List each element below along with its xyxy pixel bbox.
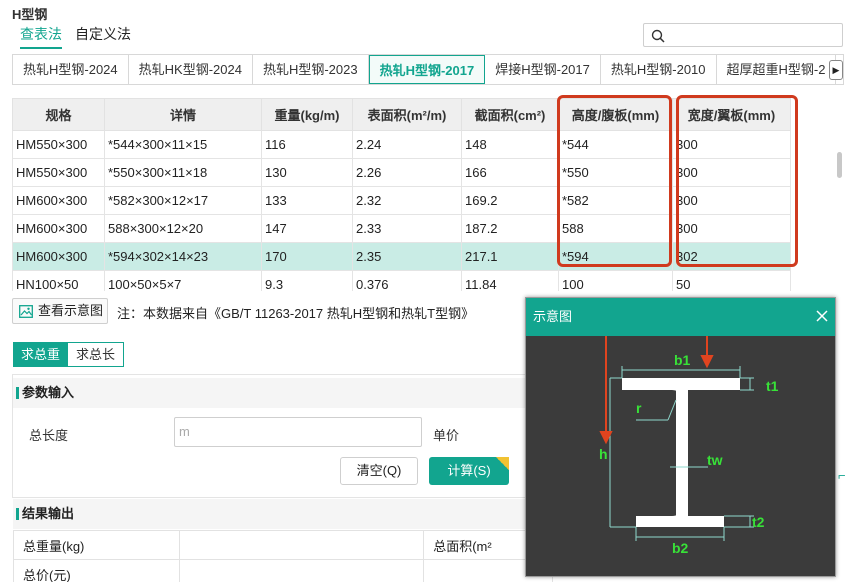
table-cell: HM550×300: [12, 158, 105, 187]
results-table: 总重量(kg) 总面积(m² 总价(元): [13, 530, 553, 582]
params-header: 参数输入: [13, 378, 553, 408]
table-row[interactable]: HM550×300 *544×300×11×15 116 2.24 148 *544 300: [12, 130, 791, 159]
table-cell: HN100×50: [12, 270, 105, 291]
edge-fragment: ⌐: [838, 468, 846, 483]
table-cell: 2.24: [352, 130, 462, 159]
std-tab-hk-2024[interactable]: 热轧HK型钢-2024: [129, 55, 253, 84]
col-header-surface[interactable]: 表面积(m²/m): [352, 98, 462, 131]
h-beam-web: [676, 390, 688, 516]
table-cell: 166: [461, 158, 559, 187]
label-b1: b1: [674, 352, 691, 368]
label-b2: b2: [672, 540, 689, 556]
std-tab-welded-2017[interactable]: 焊接H型钢-2017: [485, 55, 601, 84]
table-cell: 2.33: [352, 214, 462, 243]
col-header-spec[interactable]: 规格: [12, 98, 105, 131]
results-row: 总价(元): [13, 559, 553, 582]
total-length-input[interactable]: m: [174, 417, 422, 447]
table-cell: HM600×300: [12, 242, 105, 271]
table-cell: HM550×300: [12, 130, 105, 159]
dialog-title: 示意图: [533, 309, 573, 324]
tab-total-length[interactable]: 求总长: [67, 342, 124, 367]
table-cell: 11.84: [461, 270, 559, 291]
unit-price-label: 单价: [433, 428, 460, 443]
table-cell: 0.376: [352, 270, 462, 291]
image-icon: [19, 305, 33, 318]
total-weight-label: 总重量(kg): [13, 530, 180, 560]
tab-custom-method[interactable]: 自定义法: [75, 24, 131, 47]
results-header: 结果输出: [13, 499, 553, 529]
label-t2: t2: [752, 514, 765, 530]
table-cell: 217.1: [461, 242, 559, 271]
table-row[interactable]: HM550×300 *550×300×11×18 130 2.26 166 *550 300: [12, 158, 791, 187]
table-cell: 100: [558, 270, 673, 291]
spec-table: 规格 详情 重量(kg/m) 表面积(m²/m) 截面积(cm²) 高度/腹板(…: [12, 98, 791, 291]
table-cell: 50: [672, 270, 791, 291]
results-row: 总重量(kg) 总面积(m²: [13, 530, 553, 560]
clear-button[interactable]: 清空(Q): [340, 457, 418, 485]
tabs-scroll-right-button[interactable]: ▶: [829, 60, 843, 80]
tab-lookup-method[interactable]: 查表法: [20, 24, 62, 49]
dialog-header: 示意图: [526, 298, 835, 336]
close-icon[interactable]: [814, 308, 830, 324]
table-cell: HM600×300: [12, 186, 105, 215]
tab-total-weight[interactable]: 求总重: [13, 342, 68, 367]
table-row[interactable]: HM600×300 *582×300×12×17 133 2.32 169.2 *582 3…: [12, 186, 791, 215]
table-cell: 170: [261, 242, 353, 271]
std-tab-hot-rolled-2024[interactable]: 热轧H型钢-2024: [13, 55, 129, 84]
std-tab-hot-rolled-2017[interactable]: 热轧H型钢-2017: [368, 55, 486, 84]
col-header-detail[interactable]: 详情: [104, 98, 262, 131]
table-cell: 133: [261, 186, 353, 215]
app-title: H型钢: [12, 7, 48, 22]
calculate-corner-badge: [496, 457, 509, 470]
table-cell: 169.2: [461, 186, 559, 215]
total-price-value[interactable]: [178, 559, 425, 582]
label-h: h: [599, 446, 608, 462]
search-input[interactable]: [643, 23, 843, 47]
table-cell: 148: [461, 130, 559, 159]
table-cell: *582×300×12×17: [104, 186, 262, 215]
chevron-right-icon: ▶: [832, 65, 840, 75]
table-cell: HM600×300: [12, 214, 105, 243]
highlight-width-column: [676, 95, 798, 267]
table-cell: 100×50×5×7: [104, 270, 262, 291]
search-icon: [651, 29, 665, 43]
table-cell: 2.35: [352, 242, 462, 271]
label-tw: tw: [707, 452, 723, 468]
table-cell: 116: [261, 130, 353, 159]
table-row[interactable]: HM600×300 588×300×12×20 147 2.33 187.2 588 300: [12, 214, 791, 243]
view-diagram-label: 查看示意图: [38, 303, 104, 318]
table-cell: *550×300×11×18: [104, 158, 262, 187]
table-row-selected[interactable]: HM600×300 *594×302×14×23 170 2.35 217.1 *594 3…: [12, 242, 791, 271]
table-cell: 130: [261, 158, 353, 187]
table-cell: *544×300×11×15: [104, 130, 262, 159]
diagram-dialog: 示意图 b1 t1 r h tw t2 b2: [525, 297, 836, 577]
table-cell: 147: [261, 214, 353, 243]
table-cell: 187.2: [461, 214, 559, 243]
params-header-label: 参数输入: [22, 385, 75, 400]
label-r: r: [636, 400, 642, 416]
table-cell: 2.26: [352, 158, 462, 187]
table-header-row: 规格 详情 重量(kg/m) 表面积(m²/m) 截面积(cm²) 高度/腹板(…: [12, 98, 791, 131]
table-cell: 588×300×12×20: [104, 214, 262, 243]
total-weight-value[interactable]: [178, 530, 425, 560]
std-tab-hot-rolled-2010[interactable]: 热轧H型钢-2010: [601, 55, 717, 84]
view-diagram-button[interactable]: 查看示意图: [12, 298, 108, 324]
table-cell: *594×302×14×23: [104, 242, 262, 271]
std-tab-ultra-heavy[interactable]: 超厚超重H型钢-2: [717, 55, 837, 84]
table-cell: 2.32: [352, 186, 462, 215]
data-source-note: 注：本数据来自《GB/T 11263-2017 热轧H型钢和热轧T型钢》: [117, 306, 475, 321]
col-header-weight[interactable]: 重量(kg/m): [261, 98, 353, 131]
highlight-height-column: [557, 95, 672, 267]
table-cell: 9.3: [261, 270, 353, 291]
total-length-label: 总长度: [29, 428, 69, 443]
label-t1: t1: [766, 378, 779, 394]
results-header-label: 结果输出: [22, 506, 75, 521]
total-price-label: 总价(元): [13, 559, 180, 582]
standard-tabs: 热轧H型钢-2024 热轧HK型钢-2024 热轧H型钢-2023 热轧H型钢-…: [12, 54, 844, 85]
std-tab-hot-rolled-2023[interactable]: 热轧H型钢-2023: [253, 55, 369, 84]
table-row[interactable]: HN100×50 100×50×5×7 9.3 0.376 11.84 100 50: [12, 270, 791, 291]
col-header-section[interactable]: 截面积(cm²): [461, 98, 559, 131]
table-scrollbar[interactable]: [837, 152, 842, 178]
